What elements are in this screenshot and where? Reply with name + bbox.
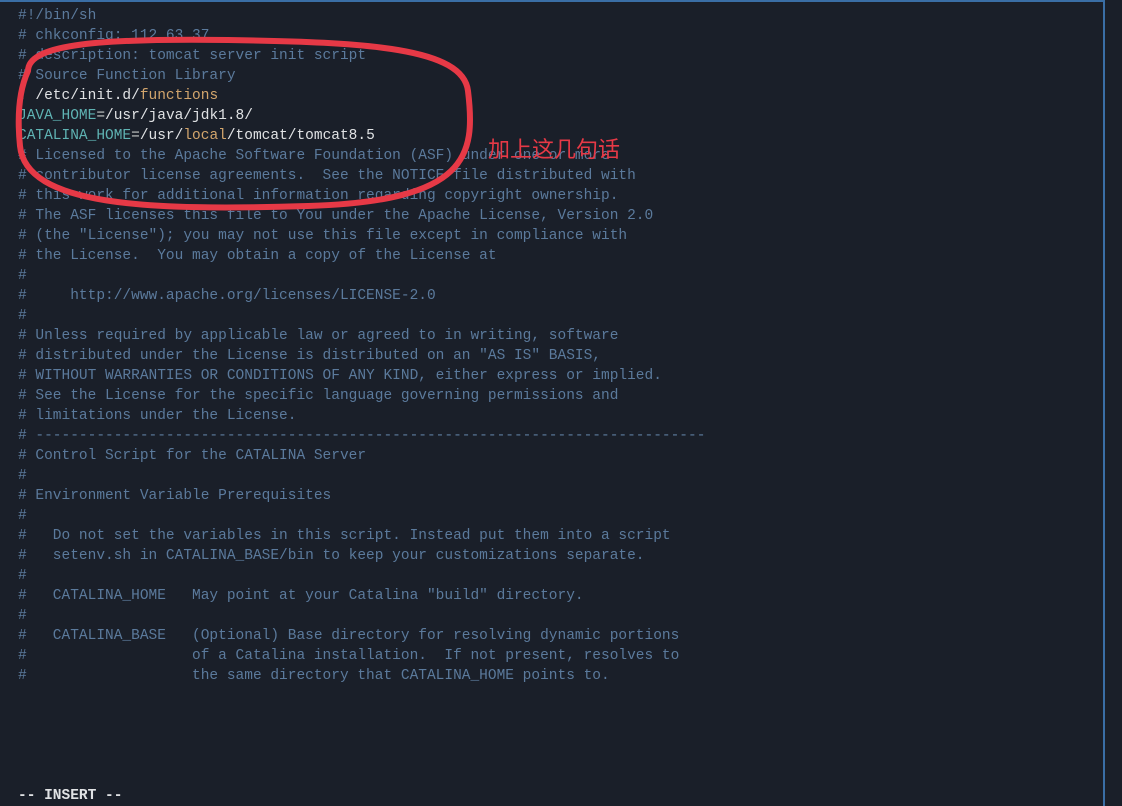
comment-catalina-home: # CATALINA_HOME May point at your Catali… [18,588,584,604]
comment: # [18,508,27,524]
comment-divider: # --------------------------------------… [18,428,705,444]
comment: # [18,608,27,624]
shebang-line: #!/bin/sh [18,8,96,24]
comment-catalina-base: # of a Catalina installation. If not pre… [18,648,679,664]
comment-license: # distributed under the License is distr… [18,348,601,364]
comment-license: # this work for additional information r… [18,188,618,204]
comment-description: # description: tomcat server init script [18,48,366,64]
comment-catalina-base: # the same directory that CATALINA_HOME … [18,668,610,684]
comment-license: # [18,268,27,284]
comment: # [18,468,27,484]
comment-env-prereq: # Environment Variable Prerequisites [18,488,331,504]
annotation-text: 加上这几句话 [488,140,620,160]
comment-license: # the License. You may obtain a copy of … [18,248,497,264]
comment-license-url: # http://www.apache.org/licenses/LICENSE… [18,288,436,304]
comment-catalina-base: # CATALINA_BASE (Optional) Base director… [18,628,679,644]
comment-chkconfig: # chkconfig: 112 63 37 [18,28,209,44]
comment: # [18,568,27,584]
comment-license: # (the "License"); you may not use this … [18,228,627,244]
comment-license: # See the License for the specific langu… [18,388,618,404]
code-editor[interactable]: #!/bin/sh # chkconfig: 112 63 37 # descr… [0,0,1105,806]
comment-license: # limitations under the License. [18,408,296,424]
vim-status-mode: -- INSERT -- [18,786,122,806]
comment-setenv: # setenv.sh in CATALINA_BASE/bin to keep… [18,548,645,564]
source-functions-line: . /etc/init.d/functions [0,86,1103,106]
comment-setenv: # Do not set the variables in this scrip… [18,528,671,544]
comment-license: # WITHOUT WARRANTIES OR CONDITIONS OF AN… [18,368,662,384]
comment-license: # The ASF licenses this file to You unde… [18,208,653,224]
comment-control-script: # Control Script for the CATALINA Server [18,448,366,464]
comment-license: # Unless required by applicable law or a… [18,328,618,344]
comment-license: # [18,308,27,324]
java-home-line: JAVA_HOME=/usr/java/jdk1.8/ [0,106,1103,126]
comment-license: # contributor license agreements. See th… [18,168,636,184]
comment-source: # Source Function Library [18,68,236,84]
